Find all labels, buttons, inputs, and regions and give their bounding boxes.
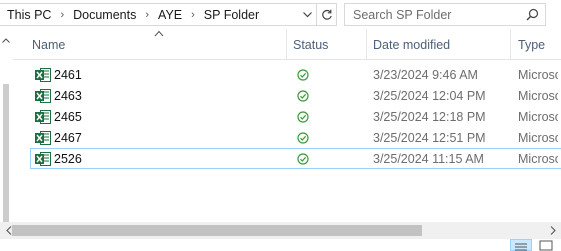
excel-file-icon <box>35 89 51 103</box>
chevron-right-icon[interactable]: › <box>54 9 70 21</box>
crumb-aye[interactable]: AYE <box>155 8 185 22</box>
chevron-down-icon[interactable] <box>299 4 316 25</box>
available-status-icon <box>293 86 313 105</box>
file-name[interactable]: 2465 <box>54 107 274 126</box>
crumb-sp-folder[interactable]: SP Folder <box>201 8 262 22</box>
file-date-modified: 3/25/2024 12:18 PM <box>373 109 486 124</box>
large-icons-view-icon[interactable] <box>535 239 557 251</box>
search-placeholder[interactable]: Search SP Folder <box>345 8 519 22</box>
address-row: This PC › Documents › AYE › SP Folder Se… <box>0 0 561 29</box>
excel-file-icon <box>35 68 51 82</box>
chevron-right-icon[interactable]: › <box>185 9 201 21</box>
horizontal-scrollbar[interactable] <box>0 222 561 239</box>
file-type: Microso <box>518 109 558 124</box>
available-status-icon <box>293 149 313 168</box>
column-status[interactable]: Status <box>293 29 363 60</box>
file-row[interactable]: 2461 3/23/2024 9:46 AM Microso <box>30 64 561 85</box>
file-date-modified: 3/23/2024 9:46 AM <box>373 67 478 82</box>
status-bar <box>0 239 561 251</box>
search-icon[interactable] <box>519 4 545 25</box>
file-list: 2461 3/23/2024 9:46 AM Microso 2463 3/25… <box>13 60 561 225</box>
available-status-icon <box>293 128 313 147</box>
column-date-modified[interactable]: Date modified <box>373 29 503 60</box>
crumb-this-pc[interactable]: This PC <box>4 8 54 22</box>
file-type: Microso <box>518 67 558 82</box>
file-row-selected[interactable]: 2526 3/25/2024 11:15 AM Microso <box>30 148 561 169</box>
column-divider[interactable] <box>366 29 367 60</box>
navigation-pane-scrollbar[interactable] <box>0 29 12 234</box>
column-divider[interactable] <box>286 29 287 60</box>
available-status-icon <box>293 65 313 84</box>
crumb-documents[interactable]: Documents <box>70 8 139 22</box>
breadcrumb[interactable]: This PC › Documents › AYE › SP Folder <box>0 3 337 26</box>
file-row[interactable]: 2467 3/25/2024 12:51 PM Microso <box>30 127 561 148</box>
file-type: Microso <box>518 88 558 103</box>
available-status-icon <box>293 107 313 126</box>
column-name[interactable]: Name <box>32 29 288 60</box>
chevron-right-icon[interactable]: › <box>139 9 155 21</box>
details-view-icon[interactable] <box>510 239 532 251</box>
excel-file-icon <box>35 152 51 166</box>
file-date-modified: 3/25/2024 12:04 PM <box>373 88 486 103</box>
scroll-right-icon[interactable] <box>544 222 561 239</box>
file-row[interactable]: 2463 3/25/2024 12:04 PM Microso <box>30 85 561 106</box>
file-type: Microso <box>518 151 558 166</box>
nav-scroll-thumb[interactable] <box>3 84 9 223</box>
column-header: Name Status Date modified Type <box>13 29 561 60</box>
file-name[interactable]: 2463 <box>54 86 274 105</box>
search-input[interactable]: Search SP Folder <box>344 3 546 26</box>
file-name[interactable]: 2467 <box>54 128 274 147</box>
file-row[interactable]: 2465 3/25/2024 12:18 PM Microso <box>30 106 561 127</box>
file-name[interactable]: 2526 <box>54 149 274 168</box>
column-divider[interactable] <box>510 29 511 60</box>
column-type[interactable]: Type <box>518 29 561 60</box>
file-name[interactable]: 2461 <box>54 65 274 84</box>
file-type: Microso <box>518 130 558 145</box>
file-date-modified: 3/25/2024 11:15 AM <box>373 151 484 166</box>
refresh-icon[interactable] <box>316 4 336 25</box>
scroll-up-icon[interactable] <box>0 34 12 46</box>
file-date-modified: 3/25/2024 12:51 PM <box>373 130 486 145</box>
horizontal-scroll-thumb[interactable] <box>12 225 422 236</box>
excel-file-icon <box>35 131 51 145</box>
excel-file-icon <box>35 110 51 124</box>
